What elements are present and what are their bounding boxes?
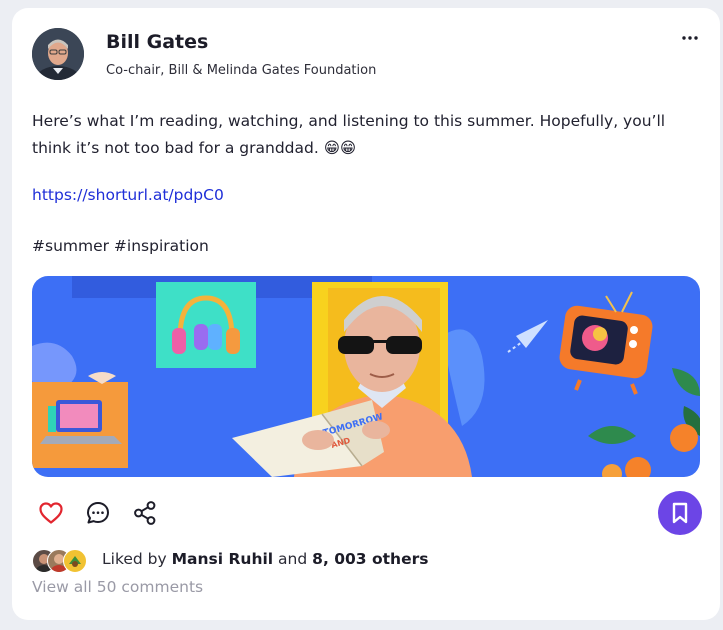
more-horizontal-icon [682, 36, 698, 40]
liker-name[interactable]: Mansi Ruhil [172, 550, 273, 568]
author-avatar[interactable] [32, 28, 84, 80]
liker-avatar [63, 549, 87, 573]
comment-button[interactable] [83, 498, 113, 528]
view-comments-link[interactable]: View all 50 comments [32, 578, 203, 596]
post-image[interactable]: TOMORROW AND [32, 276, 700, 477]
likes-others-count[interactable]: 8, 003 others [312, 550, 428, 568]
bookmark-icon [672, 502, 688, 524]
post-caption: Here’s what I’m reading, watching, and l… [32, 112, 666, 157]
chat-bubble-icon [87, 502, 109, 524]
more-options-button[interactable] [678, 30, 702, 46]
likes-summary: Liked by Mansi Ruhil and 8, 003 others [102, 550, 428, 568]
share-button[interactable] [130, 498, 160, 528]
post-link[interactable]: https://shorturl.at/pdpC0 [32, 186, 224, 204]
liker-avatars[interactable] [32, 548, 102, 574]
author-title: Co-chair, Bill & Melinda Gates Foundatio… [106, 63, 377, 78]
like-button[interactable] [36, 498, 66, 528]
bookmark-button[interactable] [658, 491, 702, 535]
post-card: Bill Gates Co-chair, Bill & Melinda Gate… [12, 8, 720, 620]
likes-connector: and [278, 550, 308, 568]
likes-prefix: Liked by [102, 550, 167, 568]
author-name[interactable]: Bill Gates [106, 31, 208, 53]
heart-icon [39, 502, 63, 524]
share-icon [134, 501, 156, 525]
post-hashtags[interactable]: #summer #inspiration [32, 237, 209, 255]
